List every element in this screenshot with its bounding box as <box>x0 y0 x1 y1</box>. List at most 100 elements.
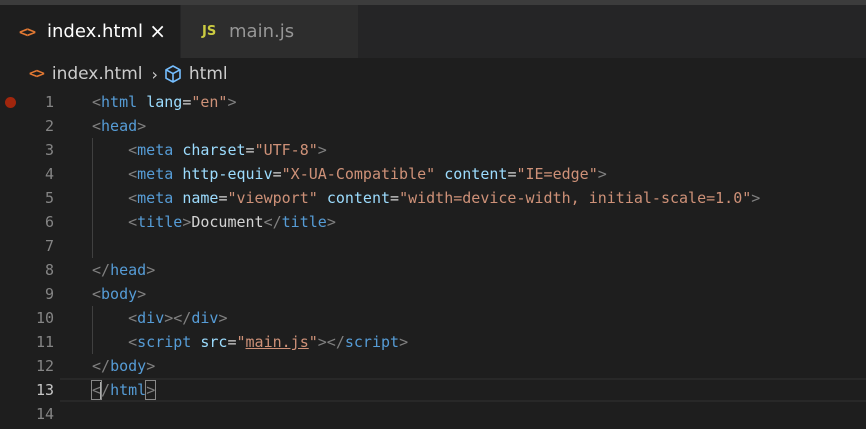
html-file-icon: <> <box>29 66 45 82</box>
tab-label: index.html <box>47 21 143 42</box>
line-number: 7 <box>44 237 54 255</box>
token-punc: </ <box>92 261 111 279</box>
code-text: <div></div> <box>92 306 227 330</box>
token-str: " <box>308 333 318 351</box>
tab-main-js[interactable]: JS main.js <box>180 5 358 58</box>
token-punc: ></ <box>317 333 345 351</box>
token-punc: > <box>137 285 147 303</box>
code-line[interactable]: 13 </html> <box>0 378 866 402</box>
code-text: <body> <box>92 282 146 306</box>
code-text: </html> <box>90 378 157 402</box>
token-attr: charset <box>182 141 246 159</box>
token-tag: meta <box>137 165 174 183</box>
code-line[interactable]: 8 </head> <box>0 258 866 282</box>
token-punc: ></ <box>164 309 192 327</box>
token-punc: < <box>128 309 138 327</box>
token-str: "width=device-width, initial-scale=1.0" <box>399 189 752 207</box>
token-punc: < <box>92 117 102 135</box>
line-number: 4 <box>44 165 54 183</box>
token-tag: script <box>137 333 192 351</box>
code-editor[interactable]: 1 <html lang="en"> 2 <head> 3 <meta charset=… <box>0 90 866 429</box>
token-punc: < <box>128 141 138 159</box>
token-tag: title <box>281 213 327 231</box>
line-number: 9 <box>44 285 54 303</box>
line-number: 12 <box>35 357 54 375</box>
token-tag: head <box>110 261 147 279</box>
token-punc: < <box>128 165 138 183</box>
code-text: <meta http-equiv="X-UA-Compatible" conte… <box>92 162 607 186</box>
code-text: <head> <box>92 114 146 138</box>
code-line[interactable]: 10 <div></div> <box>0 306 866 330</box>
token-punc: > <box>317 141 327 159</box>
token-tag: html <box>101 93 138 111</box>
html-file-icon: <> <box>19 22 36 41</box>
matched-bracket: > <box>145 380 157 400</box>
code-line[interactable]: 9 <body> <box>0 282 866 306</box>
breadcrumb-symbol[interactable]: html <box>189 64 228 84</box>
token-punc: > <box>146 261 156 279</box>
token-attr: src <box>200 333 228 351</box>
token-punc: > <box>597 165 607 183</box>
code-line[interactable]: 2 <head> <box>0 114 866 138</box>
token-attr: lang <box>146 93 183 111</box>
token-tag: div <box>137 309 165 327</box>
tab-index-html[interactable]: <> index.html × <box>0 5 180 58</box>
code-line[interactable]: 5 <meta name="viewport" content="width=d… <box>0 186 866 210</box>
code-line[interactable]: 12 </body> <box>0 354 866 378</box>
line-number: 3 <box>44 141 54 159</box>
token-punc: > <box>399 333 409 351</box>
token-tag: script <box>344 333 400 351</box>
code-line[interactable]: 4 <meta http-equiv="X-UA-Compatible" con… <box>0 162 866 186</box>
code-text: <meta charset="UTF-8"> <box>92 138 327 162</box>
token-punc: > <box>227 93 237 111</box>
code-line[interactable]: 3 <meta charset="UTF-8"> <box>0 138 866 162</box>
token-punc: < <box>92 285 102 303</box>
token-tag: body <box>110 357 147 375</box>
token-eq: = <box>272 165 282 183</box>
line-number: 1 <box>44 93 54 111</box>
token-punc: < <box>128 213 138 231</box>
js-file-icon: JS <box>202 24 217 39</box>
token-attr: name <box>182 189 219 207</box>
line-number: 6 <box>44 213 54 231</box>
token-str: "UTF-8" <box>254 141 318 159</box>
line-number: 8 <box>44 261 54 279</box>
breadcrumb-file[interactable]: index.html <box>52 64 143 84</box>
token-punc: > <box>326 213 336 231</box>
file-link[interactable]: main.js <box>246 333 309 351</box>
token-attr: content <box>326 189 391 207</box>
code-line[interactable]: 7 <box>0 234 866 258</box>
token-tag: meta <box>137 189 174 207</box>
code-line[interactable]: 14 <box>0 402 866 426</box>
line-number: 14 <box>35 405 54 423</box>
token-punc: < <box>92 93 102 111</box>
token-eq: = <box>182 93 192 111</box>
token-str: "viewport" <box>227 189 318 207</box>
token-punc: < <box>128 189 138 207</box>
chevron-right-icon: › <box>151 64 158 84</box>
code-text: <script src="main.js"></script> <box>92 330 408 354</box>
line-number: 11 <box>35 333 54 351</box>
token-text: Document <box>191 213 264 231</box>
token-punc: > <box>751 189 761 207</box>
code-line[interactable]: 11 <script src="main.js"></script> <box>0 330 866 354</box>
token-tag: body <box>101 285 138 303</box>
token-punc: > <box>137 117 147 135</box>
line-number: 2 <box>44 117 54 135</box>
line-number: 13 <box>35 381 54 399</box>
token-str: "en" <box>191 93 228 111</box>
code-line[interactable]: 1 <html lang="en"> <box>0 90 866 114</box>
close-icon[interactable]: × <box>149 19 166 43</box>
code-line[interactable]: 6 <title>Document</title> <box>0 210 866 234</box>
code-text: </head> <box>92 258 155 282</box>
